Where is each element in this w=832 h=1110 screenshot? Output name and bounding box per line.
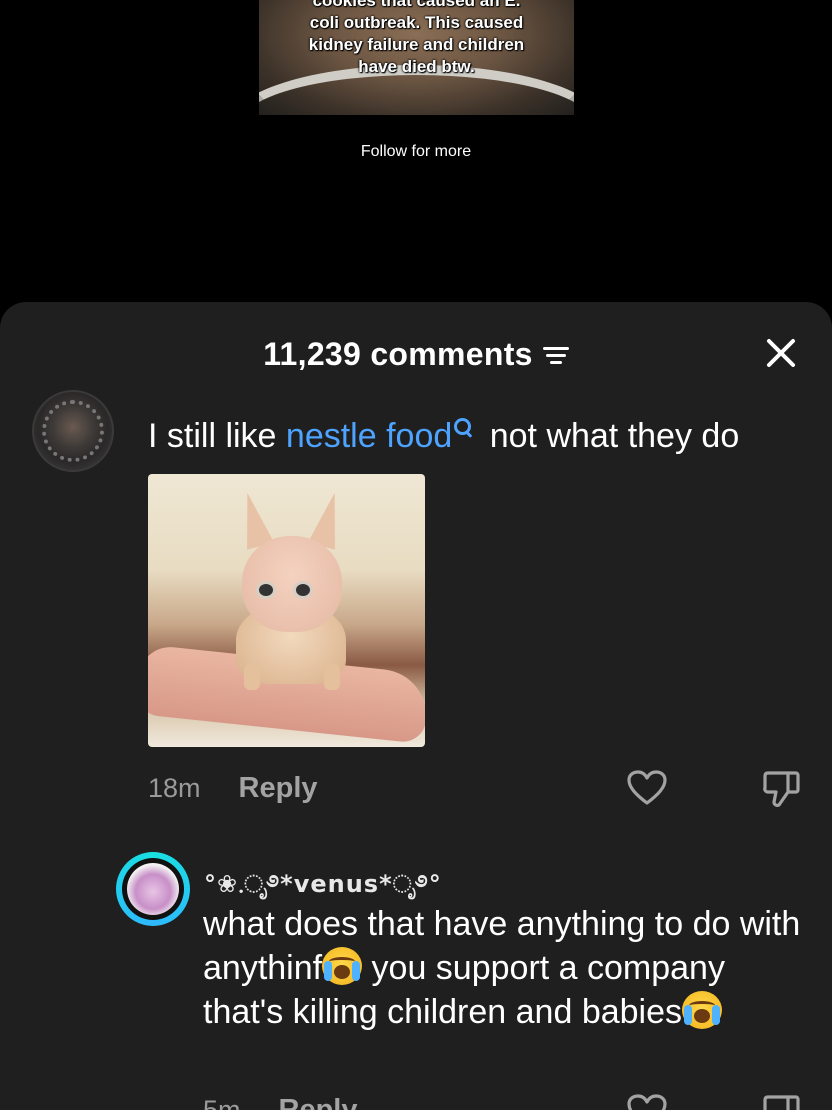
comment-text: I still like nestle food not what they d… [148, 414, 739, 458]
comment-text-end: not what they do [480, 417, 740, 455]
search-link[interactable]: nestle food [286, 417, 452, 455]
comment-meta: 18m Reply [148, 772, 318, 805]
comments-header: 11,239 comments [0, 332, 832, 376]
avatar-inner [122, 858, 184, 920]
eye-right [296, 584, 310, 596]
avatar-ring [42, 400, 104, 462]
comments-sheet: 11,239 comments I still like nestle food… [0, 302, 832, 1110]
comment-text: what does that have anything to do with … [203, 902, 803, 1034]
avatar-image [127, 863, 179, 915]
avatar[interactable] [32, 390, 114, 472]
crying-face-emoji-icon [682, 991, 723, 1029]
reply-button[interactable]: Reply [279, 1094, 358, 1110]
comment-time: 18m [148, 773, 201, 803]
eye-left [259, 584, 273, 596]
leg [324, 664, 340, 690]
heart-icon[interactable] [627, 1094, 667, 1110]
crying-face-emoji-icon [322, 947, 363, 985]
video-thumbnail[interactable]: cookies that caused an E. coli outbreak.… [259, 0, 574, 115]
follow-for-more-text: Follow for more [360, 143, 472, 160]
comment-text-start: I still like [148, 417, 286, 455]
video-caption: cookies that caused an E. coli outbreak.… [308, 0, 525, 76]
puppy-head [242, 536, 342, 632]
leg [244, 664, 260, 690]
avatar[interactable] [116, 852, 190, 926]
heart-icon[interactable] [627, 770, 667, 806]
comments-count: 11,239 comments [263, 335, 533, 372]
search-icon[interactable] [452, 416, 474, 438]
thumbs-down-icon[interactable] [762, 770, 800, 808]
close-icon[interactable] [764, 336, 798, 370]
comment-meta: 5m Reply [203, 1094, 358, 1110]
filter-icon[interactable] [542, 344, 569, 364]
comment-image[interactable] [148, 474, 425, 747]
comment-time: 5m [203, 1095, 241, 1110]
reply-button[interactable]: Reply [239, 772, 318, 805]
thumbs-down-icon[interactable] [762, 1094, 800, 1110]
